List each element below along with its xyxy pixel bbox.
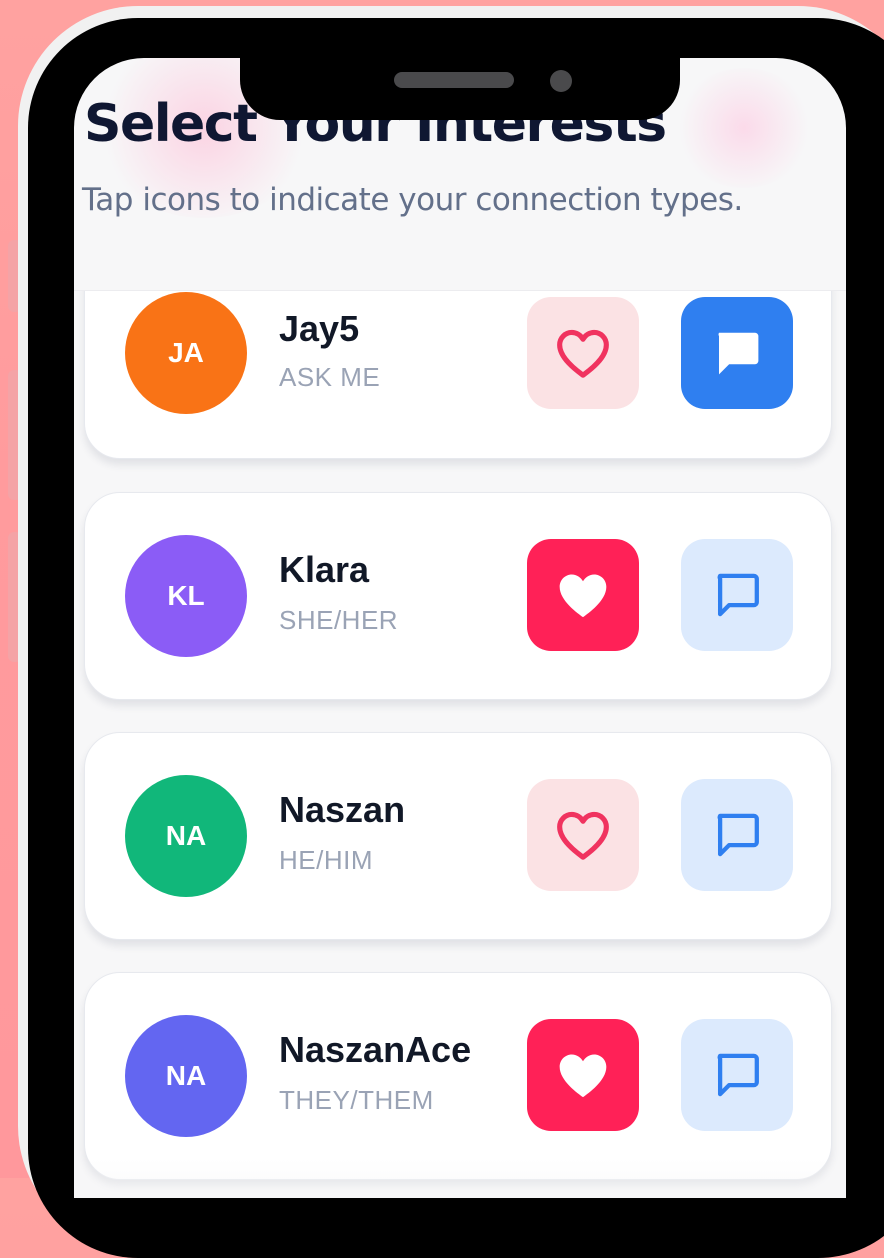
speaker-grille (394, 72, 514, 88)
avatar: NA (125, 775, 247, 897)
front-camera (550, 70, 572, 92)
chat-bubble-outline-icon (717, 1053, 759, 1097)
contact-pronouns: HE/HIM (279, 845, 373, 875)
page-subtitle: Tap icons to indicate your connection ty… (82, 182, 743, 218)
contact-card: NA NaszanAce THEY/THEM (84, 972, 832, 1180)
chat-bubble-outline-icon (717, 813, 759, 857)
avatar: KL (125, 535, 247, 657)
contact-name: Naszan (279, 789, 406, 830)
heart-filled-icon (559, 1054, 607, 1098)
heart-filled-icon (559, 574, 607, 618)
contact-pronouns: SHE/HER (279, 605, 399, 635)
avatar: JA (125, 292, 247, 414)
heart-toggle-button[interactable] (527, 1019, 639, 1131)
contact-card: NA Naszan HE/HIM (84, 732, 832, 940)
message-toggle-button[interactable] (681, 297, 793, 409)
contact-name: NaszanAce (279, 1029, 472, 1070)
scroll-fade (74, 1158, 846, 1198)
heart-outline-icon (557, 811, 609, 860)
contact-list[interactable]: JA Jay5 ASK ME KL Klara SHE/HER NA Nasza… (74, 291, 846, 1198)
contact-card: KL Klara SHE/HER (84, 492, 832, 700)
decorative-glow (674, 68, 814, 188)
message-toggle-button[interactable] (681, 1019, 793, 1131)
message-toggle-button[interactable] (681, 539, 793, 651)
phone-notch (240, 18, 680, 120)
heart-toggle-button[interactable] (527, 297, 639, 409)
chat-bubble-outline-icon (717, 573, 759, 617)
message-toggle-button[interactable] (681, 779, 793, 891)
contact-card: JA Jay5 ASK ME (84, 291, 832, 459)
heart-toggle-button[interactable] (527, 779, 639, 891)
heart-toggle-button[interactable] (527, 539, 639, 651)
contact-name: Jay5 (279, 308, 360, 349)
chat-bubble-filled-icon (718, 332, 759, 375)
app-screen: Select Your Interests Tap icons to indic… (74, 58, 846, 1198)
contact-pronouns: ASK ME (279, 362, 381, 392)
contact-name: Klara (279, 549, 370, 590)
avatar: NA (125, 1015, 247, 1137)
heart-outline-icon (557, 329, 609, 378)
contact-pronouns: THEY/THEM (279, 1085, 434, 1115)
